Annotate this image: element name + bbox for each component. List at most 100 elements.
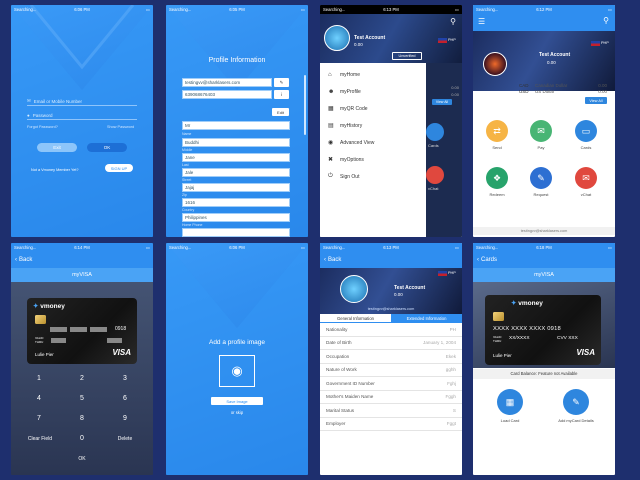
edit-button[interactable]: Edit <box>272 108 289 116</box>
row-label: Mother's Maiden Name <box>326 394 374 400</box>
image-placeholder[interactable]: ◉ <box>219 355 255 387</box>
clear-field-key[interactable]: Clear Field <box>17 436 63 442</box>
add-card-details-icon[interactable]: ✎ <box>563 389 589 415</box>
avatar[interactable] <box>340 275 368 303</box>
middle-name-label: Middle <box>182 148 193 152</box>
dimmed-content: 0.00 0.00 View All Cards vChat <box>426 63 462 237</box>
search-icon[interactable]: ⚲ <box>450 17 456 26</box>
delete-key[interactable]: Delete <box>105 436 145 442</box>
pay-icon[interactable]: ✉ <box>530 120 552 142</box>
edit-email-icon[interactable]: ✎ <box>274 78 289 87</box>
status-bar: Searching... 6:14 PM ▭ <box>11 243 153 252</box>
avatar[interactable] <box>324 25 350 51</box>
page-title: Add a profile image <box>208 339 265 346</box>
avatar[interactable] <box>483 52 507 76</box>
forgot-password-link[interactable]: Forgot Password? <box>27 125 58 129</box>
time-label: 6:18 PM <box>536 245 552 250</box>
menu-item-signout[interactable]: ⏻ Sign Out <box>320 168 426 185</box>
hamburger-icon[interactable]: ☰ <box>478 17 485 26</box>
key-2[interactable]: 2 <box>62 375 102 382</box>
key-8[interactable]: 8 <box>62 415 102 422</box>
vchat-icon[interactable]: ✉ <box>575 167 597 189</box>
tab-general-information[interactable]: General Information <box>320 314 391 323</box>
screen-visa-details: Searching... 6:18 PM ▭ ‹ Cards myVISA ✦ vmo… <box>473 243 615 475</box>
menu-item-myqr[interactable]: ▦ myQR Code <box>320 100 426 117</box>
cards-icon[interactable]: ▭ <box>575 120 597 142</box>
lock-icon: ● <box>27 112 30 118</box>
key-1[interactable]: 1 <box>19 375 59 382</box>
ok-button[interactable]: OK <box>87 143 127 152</box>
phone-input[interactable]: 639068676403 <box>182 90 272 99</box>
back-label: Back <box>19 257 33 263</box>
middle-name-input[interactable]: Jane <box>182 153 290 162</box>
key-4[interactable]: 4 <box>19 395 59 402</box>
page-title: myVISA <box>473 268 615 282</box>
key-6[interactable]: 6 <box>105 395 145 402</box>
key-0[interactable]: 0 <box>62 435 102 442</box>
show-password-toggle[interactable]: Show Password <box>107 125 134 129</box>
menu-item-advanced-view[interactable]: ◉ Advanced View <box>320 134 426 151</box>
menu-item-label: myProfile <box>340 88 361 95</box>
key-7[interactable]: 7 <box>19 415 59 422</box>
password-field[interactable]: ● Password <box>27 111 137 120</box>
load-card-icon[interactable]: ▦ <box>497 389 523 415</box>
currency-name: Canadian Dollar <box>535 83 568 88</box>
unverified-badge[interactable]: Unverified <box>392 52 422 60</box>
country-input[interactable]: Philippines <box>182 213 290 222</box>
nav-bar: ‹ Cards <box>473 252 615 268</box>
request-icon[interactable]: ✎ <box>530 167 552 189</box>
home-phone-input[interactable] <box>182 228 290 237</box>
last-name-input[interactable]: Jale <box>182 168 290 177</box>
menu-item-myprofile[interactable]: ☻ myProfile <box>320 83 426 100</box>
key-9[interactable]: 9 <box>105 415 145 422</box>
scrollbar[interactable] <box>304 75 306 135</box>
street-input[interactable]: Jajaj <box>182 183 290 192</box>
vchat-icon[interactable] <box>426 166 444 184</box>
zip-input[interactable]: 1616 <box>182 198 290 207</box>
redeem-icon[interactable]: ❖ <box>486 167 508 189</box>
cardholder-name: Lulie Pier <box>35 352 54 357</box>
back-button[interactable]: ‹ Back <box>15 257 32 263</box>
view-all-button[interactable]: View All <box>432 99 452 105</box>
chip-icon <box>493 312 504 321</box>
peek-amount: 0.00 <box>451 85 459 90</box>
signup-button[interactable]: SIGN UP <box>105 164 133 172</box>
info-icon[interactable]: i <box>274 90 289 99</box>
status-bar: Searching... 6:18 PM ▭ <box>473 243 615 252</box>
email-input[interactable]: testingvv@sharklasers.com <box>182 78 272 87</box>
ok-key[interactable]: OK <box>62 456 102 462</box>
cards-icon[interactable] <box>426 123 444 141</box>
send-icon[interactable]: ⇄ <box>486 120 508 142</box>
account-balance: 0.00 <box>354 42 363 47</box>
status-bar: Searching... 6:13 PM ▭ <box>320 243 462 252</box>
tab-extended-information[interactable]: Extended Information <box>391 314 462 323</box>
search-icon[interactable]: ⚲ <box>603 16 609 25</box>
peek-label: vChat <box>428 186 439 191</box>
account-balance: 0.00 <box>394 292 403 297</box>
title-input[interactable]: Mr <box>182 121 290 130</box>
exit-button[interactable]: Exit <box>37 143 77 152</box>
save-image-button[interactable]: Save Image <box>211 397 263 405</box>
visa-card[interactable]: ✦ vmoney 0918 VALID THRU Lulie Pier VISA <box>27 298 137 364</box>
menu-item-myhistory[interactable]: ▤ myHistory <box>320 117 426 134</box>
chip-icon <box>35 315 46 324</box>
back-button[interactable]: ‹ Back <box>324 257 341 263</box>
email-field[interactable]: ✉ Email or Mobile Number <box>27 97 137 106</box>
back-button[interactable]: ‹ Cards <box>477 257 497 263</box>
cardholder-name: Lulie Pier <box>493 353 512 358</box>
request-label: Request <box>533 192 549 197</box>
eye-icon: ◉ <box>328 140 334 146</box>
row-label: Date of Birth <box>326 340 352 346</box>
chevron-left-icon: ‹ <box>324 257 326 263</box>
nav-bar: ‹ Back <box>11 252 153 268</box>
key-3[interactable]: 3 <box>105 375 145 382</box>
first-name-input[interactable]: Buddhi <box>182 138 290 147</box>
visa-card[interactable]: ✦ vmoney XXXX XXXX XXXX 0918 VALID THRU … <box>485 295 601 365</box>
key-5[interactable]: 5 <box>62 395 102 402</box>
view-all-button[interactable]: View All <box>585 97 607 104</box>
menu-item-myoptions[interactable]: ✖ myOptions <box>320 151 426 168</box>
menu-item-myhome[interactable]: ⌂ myHome <box>320 66 426 83</box>
skip-link[interactable]: or skip <box>166 410 308 415</box>
card-number: XXXX XXXX XXXX 0918 <box>493 326 561 332</box>
menu-item-label: myHistory <box>340 122 363 129</box>
